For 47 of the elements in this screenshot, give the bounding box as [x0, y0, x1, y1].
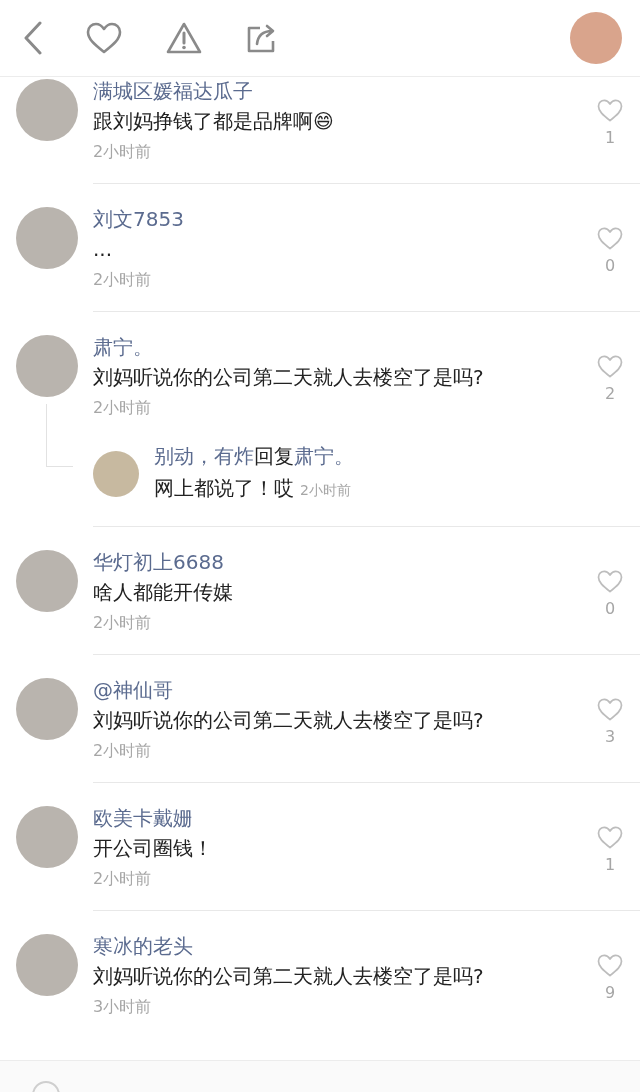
like-count: 1: [604, 128, 616, 147]
like-count: 0: [604, 256, 616, 275]
like-count: 1: [604, 855, 616, 874]
reply-author[interactable]: 别动，有炸: [154, 444, 254, 468]
like-count: 0: [604, 599, 616, 618]
comment-bar[interactable]: [0, 1060, 640, 1092]
comment-text: 刘妈听说你的公司第二天就人去楼空了是吗?: [93, 364, 485, 391]
comment-time: 2小时前: [93, 397, 153, 419]
heart-icon[interactable]: [597, 355, 623, 378]
comment-time: 2小时前: [93, 141, 153, 163]
like-count: 9: [604, 983, 616, 1002]
heart-icon[interactable]: [597, 698, 623, 721]
thread-line: [46, 404, 73, 467]
comment-author[interactable]: 欧美卡戴姗: [93, 804, 580, 832]
user-avatar[interactable]: [93, 451, 139, 497]
reply-text: 网上都说了！哎: [154, 475, 294, 502]
reply-target[interactable]: 肃宁。: [294, 444, 354, 468]
comment-text: 刘妈听说你的公司第二天就人去楼空了是吗?: [93, 963, 485, 990]
comment-time: 2小时前: [93, 740, 153, 762]
back-icon[interactable]: [22, 21, 44, 55]
user-avatar[interactable]: [570, 12, 622, 64]
comment-text: 啥人都能开传媒: [93, 579, 234, 606]
like-count: 3: [604, 727, 616, 746]
comment-author[interactable]: 肃宁。: [93, 333, 580, 361]
comment-text: 跟刘妈挣钱了都是品牌啊😄: [93, 108, 335, 135]
comment-author[interactable]: 满城区媛福达瓜子: [93, 77, 580, 105]
heart-icon[interactable]: [597, 954, 623, 977]
comment-time: 2小时前: [93, 612, 153, 634]
comment-author[interactable]: 寒冰的老头: [93, 932, 580, 960]
heart-icon[interactable]: [597, 227, 623, 250]
heart-icon[interactable]: [86, 22, 122, 54]
comment-text: 刘妈听说你的公司第二天就人去楼空了是吗?: [93, 707, 485, 734]
comment-text: 开公司圈钱！: [93, 835, 214, 862]
comment-time: 2小时前: [93, 868, 153, 890]
comment-time: 3小时前: [93, 996, 153, 1018]
reply-time: 2小时前: [300, 482, 351, 500]
comment-text: ...: [93, 236, 114, 263]
heart-icon[interactable]: [597, 570, 623, 593]
comment-author[interactable]: 刘文7853: [93, 205, 580, 233]
warning-icon[interactable]: [166, 22, 202, 54]
reply-label: 回复: [254, 444, 294, 468]
heart-icon[interactable]: [597, 99, 623, 122]
comment-author[interactable]: 华灯初上6688: [93, 548, 580, 576]
heart-icon[interactable]: [597, 826, 623, 849]
comment-time: 2小时前: [93, 269, 153, 291]
comment-author[interactable]: @神仙哥: [93, 676, 580, 704]
like-count: 2: [604, 384, 616, 403]
